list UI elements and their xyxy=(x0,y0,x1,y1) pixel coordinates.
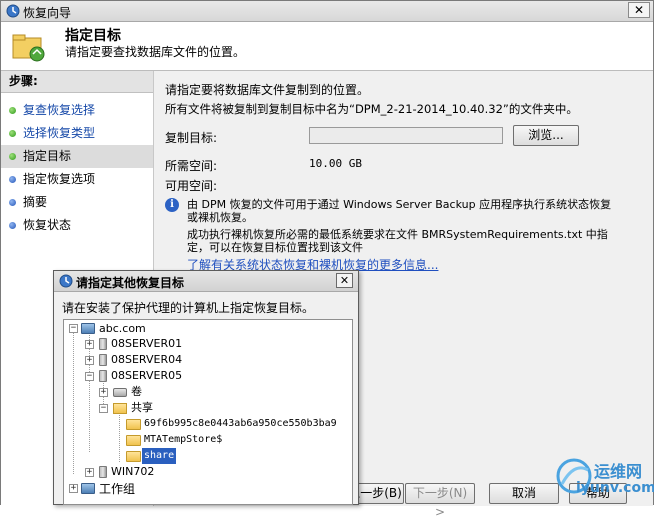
required-space-label: 所需空间: xyxy=(165,159,218,173)
dialog-app-icon xyxy=(59,274,73,288)
folder-icon xyxy=(126,451,141,462)
step-label: 指定恢复选项 xyxy=(23,172,96,186)
site-watermark: 运维网 iyunv.com xyxy=(556,452,654,502)
tree-expand-toggle[interactable]: + xyxy=(85,356,94,365)
page-subtitle: 请指定要查找数据库文件的位置。 xyxy=(65,45,246,59)
tree-node-share[interactable]: MTATempStore$ xyxy=(144,432,222,448)
dialog-prompt: 请在安装了保护代理的计算机上指定恢复目标。 xyxy=(62,301,315,315)
workgroup-icon xyxy=(81,483,95,494)
folder-recovery-icon xyxy=(12,34,45,62)
tree-node-server[interactable]: 08SERVER05 xyxy=(111,368,182,384)
info-line-2: 或裸机恢复。 xyxy=(187,211,253,224)
domain-icon xyxy=(81,323,95,334)
tree-node-server[interactable]: WIN702 xyxy=(111,464,154,480)
info-line-4: 定，可以在恢复目标位置找到该文件 xyxy=(187,241,363,254)
tree-expand-toggle[interactable]: + xyxy=(85,468,94,477)
step-label: 指定目标 xyxy=(23,149,72,163)
volume-icon xyxy=(113,388,127,397)
dialog-close-button[interactable]: ✕ xyxy=(336,273,353,288)
step-summary: 摘要 xyxy=(1,191,153,214)
destination-tree[interactable]: − abc.com + 08SERVER01 + 08SERVER04 − 08… xyxy=(63,319,353,505)
close-icon: ✕ xyxy=(633,3,645,17)
tree-node-domain[interactable]: abc.com xyxy=(99,321,146,337)
steps-heading: 步骤: xyxy=(1,71,153,93)
intro-folder-text: 所有文件将被复制到复制目标中名为“DPM_2-21-2014_10.40.32”… xyxy=(165,102,578,116)
copy-target-input[interactable] xyxy=(309,127,503,144)
tree-expand-toggle[interactable]: + xyxy=(99,388,108,397)
available-space-label: 可用空间: xyxy=(165,179,218,193)
step-specify-destination[interactable]: 指定目标 xyxy=(1,145,153,168)
wizard-titlebar[interactable]: 恢复向导 ✕ xyxy=(1,1,653,22)
tree-node-volumes[interactable]: 卷 xyxy=(131,384,142,400)
step-pending-icon xyxy=(9,222,16,229)
watermark-url: iyunv.com xyxy=(576,480,654,496)
tree-collapse-toggle[interactable]: − xyxy=(69,324,78,333)
tree-connector xyxy=(89,332,90,452)
step-recovery-status: 恢复状态 xyxy=(1,214,153,237)
tree-connector xyxy=(73,332,74,474)
server-icon xyxy=(99,338,107,350)
tree-node-server[interactable]: 08SERVER01 xyxy=(111,336,182,352)
tree-collapse-toggle[interactable]: − xyxy=(99,404,108,413)
info-icon: i xyxy=(165,198,179,212)
step-label: 选择恢复类型 xyxy=(23,126,96,140)
tree-node-share[interactable]: 69f6b995c8e0443ab6a950ce550b3ba9 xyxy=(144,416,337,432)
step-label: 复查恢复选择 xyxy=(23,103,96,117)
wizard-title: 恢复向导 xyxy=(23,6,72,20)
step-label: 恢复状态 xyxy=(23,218,72,232)
tree-node-workgroup[interactable]: 工作组 xyxy=(99,481,135,497)
shares-icon xyxy=(113,403,127,414)
step-current-icon xyxy=(9,153,16,160)
browse-button[interactable]: 浏览... xyxy=(513,125,579,146)
tree-connector xyxy=(119,412,120,462)
alternate-destination-dialog: 请指定其他恢复目标 ✕ 请在安装了保护代理的计算机上指定恢复目标。 − abc.… xyxy=(53,270,359,505)
step-review-selection[interactable]: 复查恢复选择 xyxy=(1,99,153,122)
dialog-titlebar[interactable]: 请指定其他恢复目标 ✕ xyxy=(54,271,358,292)
tree-node-share-selected[interactable]: share xyxy=(142,448,177,464)
intro-text: 请指定要将数据库文件复制到的位置。 xyxy=(165,83,370,97)
next-button: 下一步(N) > xyxy=(405,483,475,519)
folder-icon xyxy=(126,435,141,446)
tree-expand-toggle[interactable]: + xyxy=(85,340,94,349)
wizard-app-icon xyxy=(6,4,20,18)
wizard-close-button[interactable]: ✕ xyxy=(628,2,650,18)
folder-icon xyxy=(126,419,141,430)
server-icon xyxy=(99,354,107,366)
server-icon xyxy=(99,466,107,478)
step-complete-icon xyxy=(9,130,16,137)
close-icon: ✕ xyxy=(339,274,350,287)
step-label: 摘要 xyxy=(23,195,48,209)
watermark-title: 运维网 xyxy=(594,462,643,481)
cancel-button[interactable]: 取消 xyxy=(489,483,559,504)
copy-target-label: 复制目标: xyxy=(165,131,218,145)
step-complete-icon xyxy=(9,107,16,114)
page-title: 指定目标 xyxy=(65,28,121,44)
wizard-header: 指定目标 请指定要查找数据库文件的位置。 xyxy=(1,22,653,71)
dialog-title: 请指定其他恢复目标 xyxy=(76,276,185,290)
server-icon xyxy=(99,370,107,382)
required-space-value: 10.00 GB xyxy=(309,157,362,170)
tree-node-server[interactable]: 08SERVER04 xyxy=(111,352,182,368)
tree-expand-toggle[interactable]: + xyxy=(69,484,78,493)
step-recovery-options: 指定恢复选项 xyxy=(1,168,153,191)
step-pending-icon xyxy=(9,176,16,183)
tree-collapse-toggle[interactable]: − xyxy=(85,372,94,381)
step-recovery-type[interactable]: 选择恢复类型 xyxy=(1,122,153,145)
step-pending-icon xyxy=(9,199,16,206)
tree-node-shares[interactable]: 共享 xyxy=(131,400,153,416)
